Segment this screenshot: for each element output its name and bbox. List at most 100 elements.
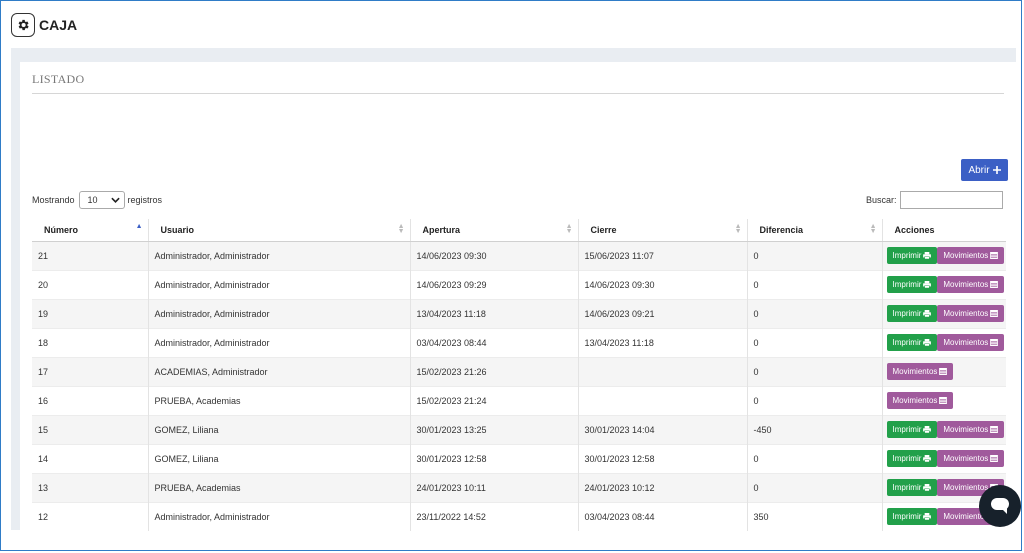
col-cierre[interactable]: Cierre ▲ ▼ xyxy=(578,219,748,242)
imprimir-button[interactable]: Imprimir xyxy=(886,305,938,322)
printer-icon xyxy=(923,281,932,288)
list-icon xyxy=(990,339,999,346)
imprimir-label: Imprimir xyxy=(892,425,922,434)
movimientos-button[interactable]: Movimientos xyxy=(886,392,954,409)
cell-diferencia: 0 xyxy=(747,443,883,473)
movimientos-button[interactable]: Movimientos xyxy=(937,247,1005,264)
search-control: Buscar: xyxy=(866,191,1003,209)
movimientos-label: Movimientos xyxy=(943,338,989,347)
movimientos-label: Movimientos xyxy=(943,425,989,434)
cell-apertura: 13/04/2023 11:18 xyxy=(410,298,579,328)
cell-numero: 16 xyxy=(32,385,149,415)
movimientos-button[interactable]: Movimientos xyxy=(937,334,1005,351)
cell-diferencia: 0 xyxy=(747,240,883,270)
col-apertura[interactable]: Apertura ▲ ▼ xyxy=(410,219,579,242)
cell-apertura: 23/11/2022 14:52 xyxy=(410,501,579,531)
page-title: CAJA xyxy=(39,17,78,33)
movimientos-button[interactable]: Movimientos xyxy=(937,421,1005,438)
cell-cierre xyxy=(578,385,748,415)
length-suffix: registros xyxy=(127,195,163,205)
sort-icon: ▲ ▼ xyxy=(869,223,877,235)
length-control: Mostrando 10 registros xyxy=(32,191,162,209)
cell-acciones: Imprimir Movimientos xyxy=(882,443,1006,473)
section-title: LISTADO xyxy=(32,72,85,86)
cell-cierre: 30/01/2023 14:04 xyxy=(578,414,748,444)
cell-numero: 15 xyxy=(32,414,149,444)
cell-apertura: 30/01/2023 12:58 xyxy=(410,443,579,473)
list-icon xyxy=(939,397,948,404)
section-divider xyxy=(32,93,1004,94)
cell-acciones: Imprimir Movimientos xyxy=(882,327,1006,357)
sort-asc-icon: ▲ xyxy=(135,223,143,230)
search-input[interactable] xyxy=(899,191,1003,209)
movimientos-button[interactable]: Movimientos xyxy=(937,305,1005,322)
cell-numero: 13 xyxy=(32,472,149,502)
settings-button[interactable] xyxy=(11,13,35,37)
cell-apertura: 03/04/2023 08:44 xyxy=(410,327,579,357)
imprimir-button[interactable]: Imprimir xyxy=(886,421,938,438)
sort-icon: ▲ ▼ xyxy=(734,223,742,235)
movimientos-label: Movimientos xyxy=(943,280,989,289)
printer-icon xyxy=(923,455,932,462)
cell-acciones: Movimientos xyxy=(882,356,1006,386)
movimientos-button[interactable]: Movimientos xyxy=(886,363,954,380)
abrir-label: Abrir xyxy=(968,164,990,176)
imprimir-label: Imprimir xyxy=(892,280,922,289)
cell-apertura: 24/01/2023 10:11 xyxy=(410,472,579,502)
cell-numero: 20 xyxy=(32,269,149,299)
col-usuario[interactable]: Usuario ▲ ▼ xyxy=(148,219,411,242)
caja-table: Número ▲ Usuario ▲ ▼ Apertura ▲ ▼ Cierre ▲… xyxy=(32,219,1006,531)
imprimir-button[interactable]: Imprimir xyxy=(886,508,938,526)
table-row: 13 PRUEBA, Academias 24/01/2023 10:11 24/01… xyxy=(32,472,1006,502)
imprimir-button[interactable]: Imprimir xyxy=(886,247,938,264)
cell-diferencia: 0 xyxy=(747,356,883,386)
abrir-button[interactable]: Abrir xyxy=(961,159,1008,181)
cell-apertura: 15/02/2023 21:24 xyxy=(410,385,579,415)
cell-diferencia: 350 xyxy=(747,501,883,531)
cell-cierre: 24/01/2023 10:12 xyxy=(578,472,748,502)
cell-usuario: Administrador, Administrador xyxy=(148,298,411,328)
printer-icon xyxy=(923,252,932,259)
imprimir-label: Imprimir xyxy=(892,309,922,318)
movimientos-label: Movimientos xyxy=(892,396,938,405)
table-row: 17 ACADEMIAS, Administrador 15/02/2023 21:… xyxy=(32,356,1006,386)
cell-apertura: 14/06/2023 09:29 xyxy=(410,269,579,299)
page-length-select[interactable]: 10 xyxy=(78,191,125,209)
page-length-value: 10 xyxy=(87,195,98,205)
chat-button[interactable] xyxy=(979,485,1021,527)
cell-diferencia: 0 xyxy=(747,327,883,357)
printer-icon xyxy=(923,484,932,491)
movimientos-button[interactable]: Movimientos xyxy=(937,276,1005,293)
col-numero[interactable]: Número ▲ xyxy=(32,219,149,242)
length-prefix: Mostrando xyxy=(32,195,75,205)
table-row: 14 GOMEZ, Liliana 30/01/2023 12:58 30/01/20… xyxy=(32,443,1006,473)
cell-acciones: Imprimir Movimientos xyxy=(882,240,1006,270)
col-acciones: Acciones xyxy=(882,219,1006,242)
movimientos-label: Movimientos xyxy=(892,367,938,376)
printer-icon xyxy=(923,310,932,317)
printer-icon xyxy=(923,339,932,346)
list-icon xyxy=(990,426,999,433)
cell-apertura: 15/02/2023 21:26 xyxy=(410,356,579,386)
cell-usuario: Administrador, Administrador xyxy=(148,269,411,299)
cell-numero: 21 xyxy=(32,240,149,270)
movimientos-button[interactable]: Movimientos xyxy=(937,450,1005,467)
cell-acciones: Imprimir Movimientos xyxy=(882,414,1006,444)
cell-numero: 14 xyxy=(32,443,149,473)
list-icon xyxy=(990,281,999,288)
page-header: CAJA xyxy=(11,13,77,37)
col-diferencia[interactable]: Diferencia ▲ ▼ xyxy=(747,219,883,242)
cell-cierre: 30/01/2023 12:58 xyxy=(578,443,748,473)
list-icon xyxy=(939,368,948,375)
movimientos-label: Movimientos xyxy=(943,309,989,318)
cell-usuario: ACADEMIAS, Administrador xyxy=(148,356,411,386)
imprimir-button[interactable]: Imprimir xyxy=(886,479,938,496)
cell-numero: 19 xyxy=(32,298,149,328)
cell-cierre: 14/06/2023 09:30 xyxy=(578,269,748,299)
cell-usuario: PRUEBA, Academias xyxy=(148,472,411,502)
imprimir-button[interactable]: Imprimir xyxy=(886,334,938,351)
imprimir-button[interactable]: Imprimir xyxy=(886,276,938,293)
imprimir-button[interactable]: Imprimir xyxy=(886,450,938,467)
table-row: 19 Administrador, Administrador 13/04/2023… xyxy=(32,298,1006,328)
cell-usuario: GOMEZ, Liliana xyxy=(148,443,411,473)
